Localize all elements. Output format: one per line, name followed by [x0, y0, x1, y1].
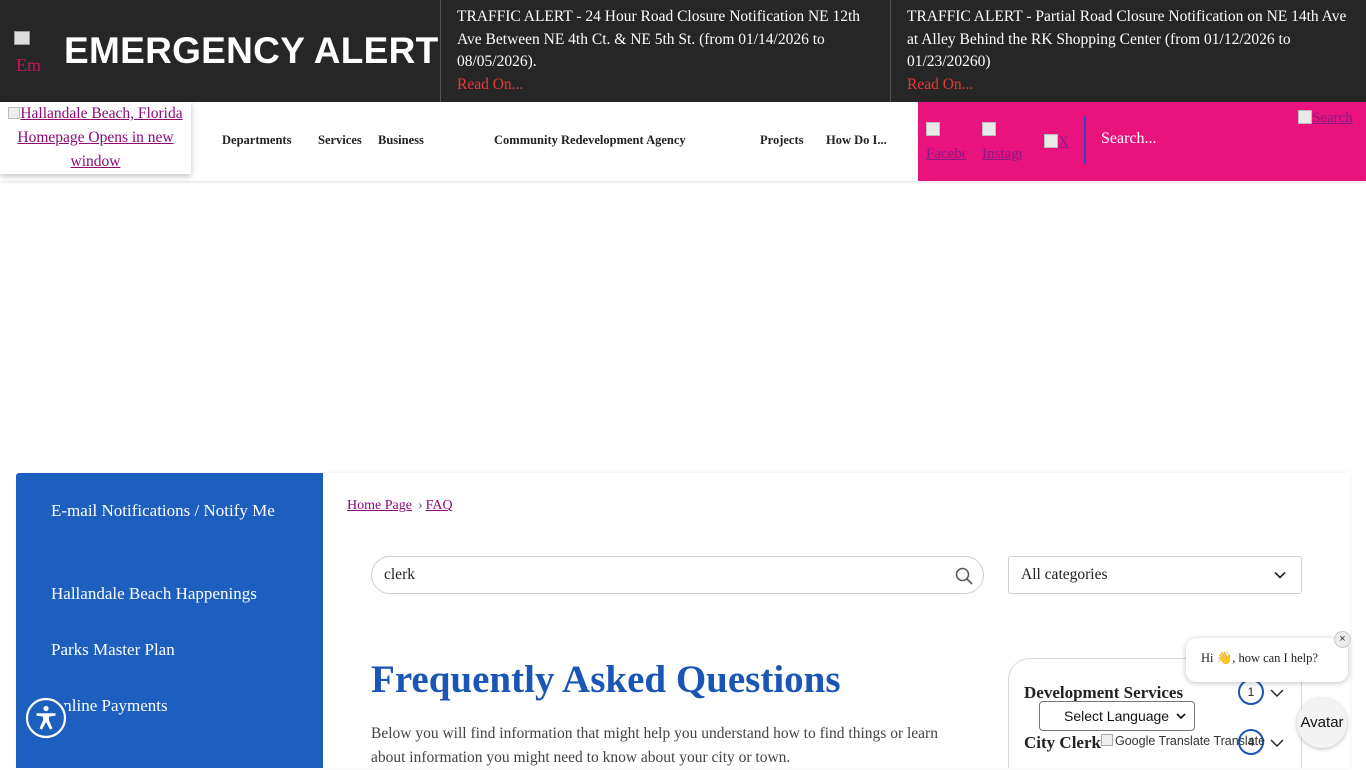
emergency-icon-alt-text: Em	[16, 55, 41, 75]
facebook-icon[interactable]: Facebook	[926, 118, 966, 166]
instagram-icon[interactable]: Instagram	[982, 118, 1022, 166]
category-filter-select[interactable]: All categories	[1008, 556, 1302, 594]
site-logo[interactable]: Hallandale Beach, Florida Homepage Opens…	[0, 102, 191, 174]
breadcrumb: Home Page › FAQ	[347, 498, 453, 514]
nav-how-do-i[interactable]: How Do I...	[826, 133, 887, 148]
faq-search-field[interactable]	[371, 556, 984, 594]
chevron-down-icon[interactable]	[1270, 738, 1284, 748]
category-count-badge: 1	[1238, 679, 1264, 705]
alert-text: TRAFFIC ALERT - 24 Hour Road Closure Not…	[457, 8, 861, 70]
sidebar-item-notify-me[interactable]: E-mail Notifications / Notify Me	[51, 498, 281, 524]
x-icon[interactable]: X	[1044, 130, 1084, 154]
search-icon[interactable]	[955, 567, 973, 585]
site-logo-link[interactable]: Hallandale Beach, Florida Homepage Opens…	[8, 105, 183, 170]
alert-item: TRAFFIC ALERT - 24 Hour Road Closure Not…	[441, 0, 891, 102]
emergency-alert-title: EMERGENCY ALERT	[64, 30, 439, 71]
accessibility-icon[interactable]	[23, 695, 69, 741]
chat-avatar-button[interactable]: Avatar	[1297, 698, 1347, 748]
emergency-alert-label: Em EMERGENCY ALERT	[0, 0, 441, 102]
read-on-link[interactable]: Read On...	[457, 74, 874, 97]
nav-community-redevelopment-agency[interactable]: Community Redevelopment Agency	[494, 133, 686, 148]
search-button[interactable]: Search	[1298, 110, 1353, 127]
emergency-alert-bar: Em EMERGENCY ALERT TRAFFIC ALERT - 24 Ho…	[0, 0, 1366, 102]
breadcrumb-separator: ›	[417, 498, 423, 513]
category-filter-value: All categories	[1021, 566, 1108, 583]
header-divider	[1084, 116, 1086, 164]
nav-services[interactable]: Services	[318, 133, 362, 148]
alert-item: TRAFFIC ALERT - Partial Road Closure Not…	[891, 0, 1366, 102]
nav-projects[interactable]: Projects	[760, 133, 804, 148]
alert-text: TRAFFIC ALERT - Partial Road Closure Not…	[907, 8, 1347, 70]
nav-departments[interactable]: Departments	[222, 133, 291, 148]
chat-greeting-text: Hi 👋, how can I help?	[1201, 651, 1318, 665]
site-header: Hallandale Beach, Florida Homepage Opens…	[0, 102, 1366, 181]
chat-greeting-bubble[interactable]: Hi 👋, how can I help?	[1186, 638, 1348, 682]
close-icon[interactable]: ×	[1334, 631, 1351, 648]
language-select[interactable]: Select Language	[1039, 701, 1195, 731]
category-development-services[interactable]: Development Services	[1024, 683, 1183, 703]
page-description: Below you will find information that mig…	[371, 725, 938, 766]
sidebar-item-online-payments[interactable]: Online Payments	[51, 693, 281, 719]
chevron-down-icon	[1176, 713, 1186, 720]
emergency-icon: Em	[14, 31, 54, 75]
chevron-down-icon[interactable]	[1270, 688, 1284, 698]
google-translate-icon	[1101, 734, 1113, 746]
site-search-input[interactable]: Search...	[1101, 130, 1157, 148]
sidebar-item-happenings[interactable]: Hallandale Beach Happenings	[51, 581, 281, 607]
nav-business[interactable]: Business	[378, 133, 424, 148]
breadcrumb-faq[interactable]: FAQ	[426, 498, 453, 513]
breadcrumb-home[interactable]: Home Page	[347, 498, 412, 513]
language-select-label: Select Language	[1064, 708, 1170, 724]
faq-search-input[interactable]	[384, 566, 944, 584]
page-title: Frequently Asked Questions	[371, 658, 841, 701]
read-on-link[interactable]: Read On...	[907, 74, 1350, 97]
site-logo-alt-text: Hallandale Beach, Florida Homepage Opens…	[17, 105, 183, 170]
broken-image-icon	[14, 31, 30, 45]
sidebar-item-parks-master-plan[interactable]: Parks Master Plan	[51, 637, 281, 663]
category-city-clerk[interactable]: City Clerk	[1024, 733, 1101, 753]
broken-image-icon	[8, 107, 21, 119]
google-translate-credit[interactable]: Google Translate Translate	[1101, 734, 1265, 748]
chevron-down-icon	[1274, 571, 1286, 579]
